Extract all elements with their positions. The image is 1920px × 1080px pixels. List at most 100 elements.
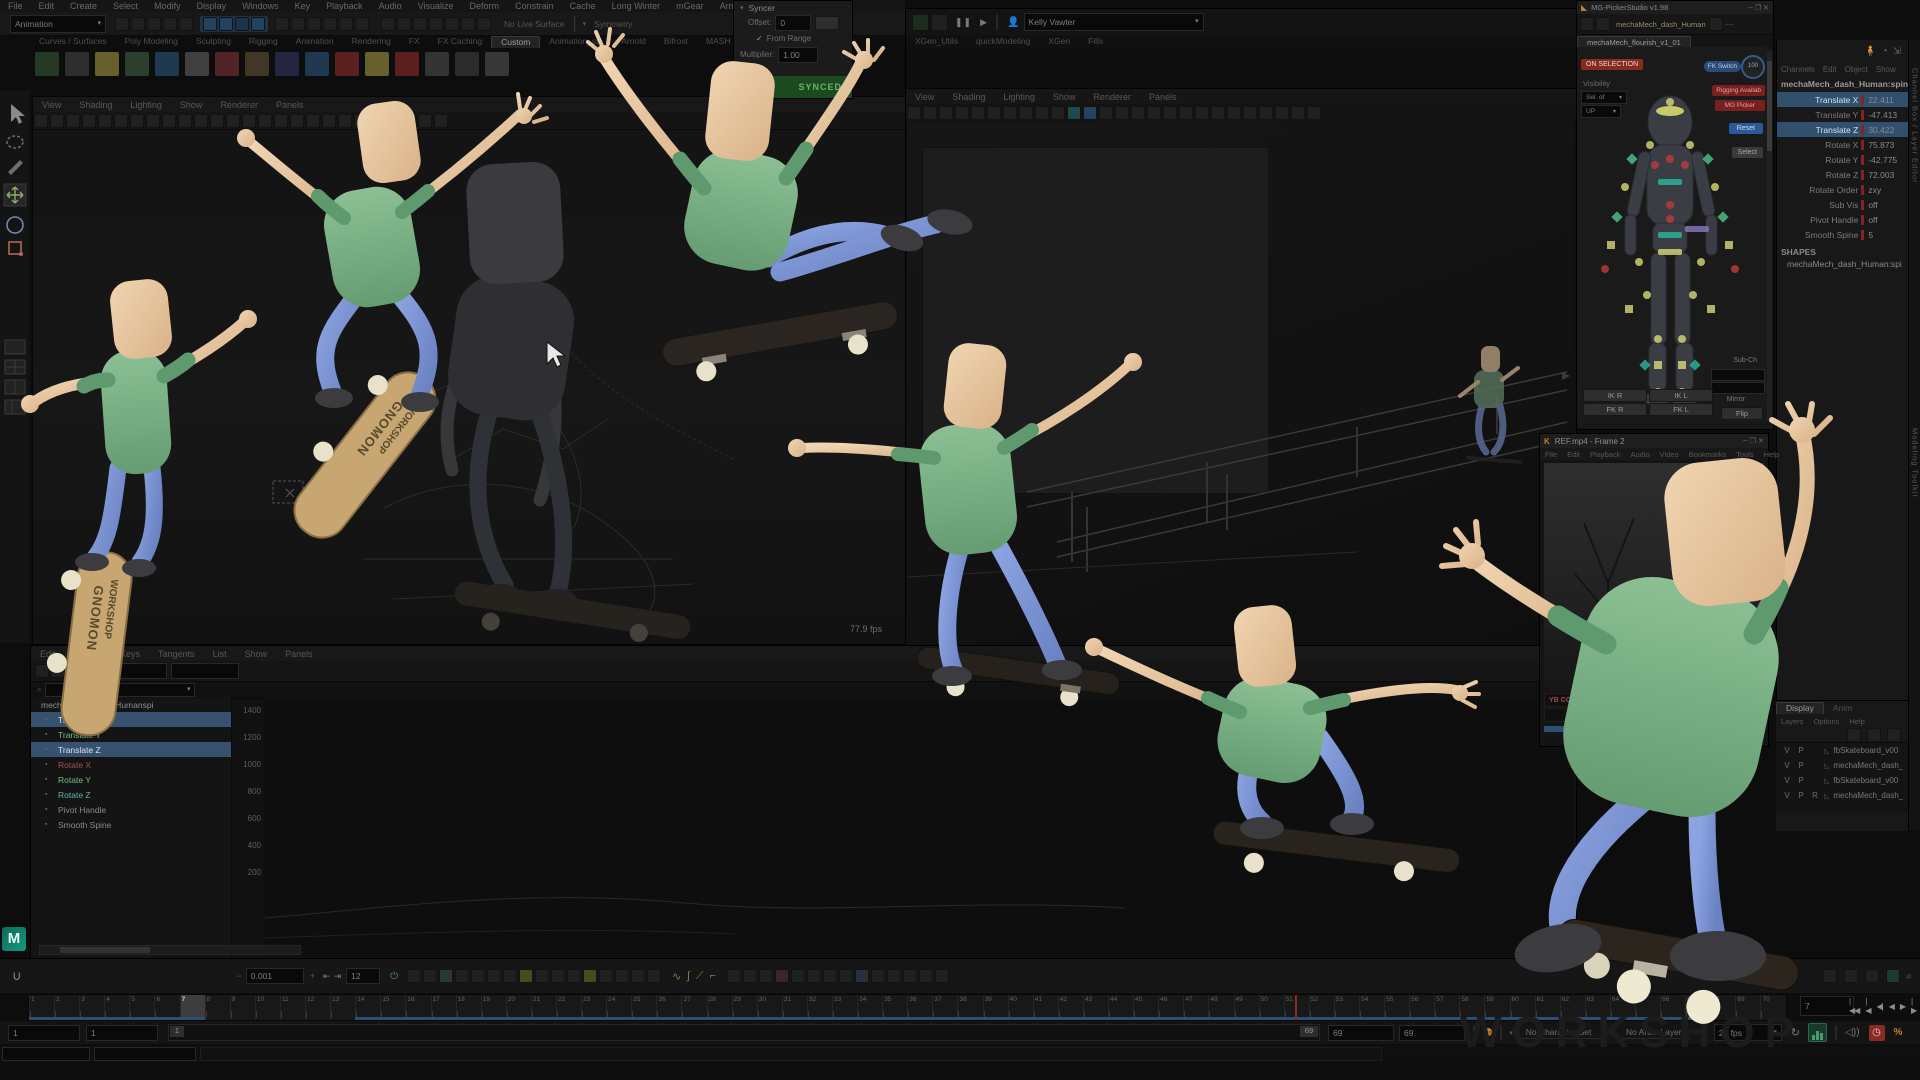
right-anim-icons[interactable]: ⌕ <box>1822 968 1912 984</box>
viewport-menu-show[interactable]: Show <box>1044 92 1085 102</box>
ghosting-icon[interactable] <box>567 969 581 983</box>
channel-box-menu-object[interactable]: Object <box>1841 65 1872 74</box>
video-window-controls[interactable]: ─ ❐ ✕ <box>1743 437 1764 445</box>
key-tool-icon[interactable] <box>871 969 885 983</box>
picker-selection-button[interactable] <box>1654 335 1662 343</box>
layers-tab-anim[interactable]: Anim <box>1824 703 1861 714</box>
no-live-surface-label[interactable]: No Live Surface <box>504 19 564 29</box>
magnifier-icon[interactable]: ⌕ <box>1906 971 1912 982</box>
layer-visibility-toggle[interactable]: V <box>1782 776 1792 785</box>
key-tool-icon[interactable] <box>743 969 757 983</box>
graph-editor-shortcut-icon[interactable] <box>1823 969 1837 983</box>
shelf-tab[interactable]: XGen_Utils <box>906 36 967 47</box>
viewport-toolbar-icon[interactable] <box>1275 106 1289 120</box>
channel-box-menu-show[interactable]: Show <box>1872 65 1900 74</box>
menubar-item-select[interactable]: Select <box>105 0 146 12</box>
picker-selection-button[interactable] <box>1685 226 1709 232</box>
viewport-toolbar-icon[interactable] <box>82 114 96 128</box>
picker-settings-icon[interactable] <box>1709 17 1723 31</box>
shape-node-name[interactable]: mechaMech_dash_Human:spi <box>1777 259 1909 269</box>
layer-visibility-toggle[interactable]: V <box>1782 791 1792 800</box>
layer-reference-toggle[interactable]: R <box>1810 791 1820 800</box>
attribute-value[interactable]: -42.775 <box>1861 155 1909 165</box>
anim-prefs-icon[interactable] <box>1886 969 1900 983</box>
step-field[interactable]: 12 <box>346 968 380 984</box>
dope-sheet-shortcut-icon[interactable] <box>1844 969 1858 983</box>
ghosting-icon[interactable] <box>487 969 501 983</box>
graph-filter-icon[interactable] <box>35 664 49 678</box>
tree-header[interactable]: mechaMech_dash_Humanspi <box>31 698 231 712</box>
attribute-value[interactable]: 30.422 <box>1861 125 1909 135</box>
window-controls[interactable]: ─ ❐ ✕ <box>1748 4 1769 12</box>
key-tool-icon[interactable] <box>807 969 821 983</box>
curve-type-icons[interactable]: ∿ʃ⟋⌐ <box>672 970 716 983</box>
channel-attribute-row[interactable]: Sub Visoff <box>1777 197 1909 212</box>
graph-channel-row[interactable]: ▪Pivot Handle <box>31 802 231 817</box>
range-handle-end[interactable]: 69 <box>1300 1026 1318 1037</box>
picker-selection-button[interactable] <box>1678 361 1686 369</box>
picker-selection-button[interactable] <box>1601 265 1609 273</box>
subchar-field-1[interactable] <box>1711 369 1765 381</box>
viewport-toolbar-icon[interactable] <box>955 106 969 120</box>
ik-left-button[interactable]: IK L <box>1649 389 1713 402</box>
viewport-toolbar-icon[interactable] <box>1035 106 1049 120</box>
stats-field-1[interactable] <box>99 663 167 679</box>
shelf-tab[interactable]: Rendering <box>343 36 400 47</box>
picker-selection-button[interactable] <box>1689 291 1697 299</box>
channel-box-menu-edit[interactable]: Edit <box>1819 65 1841 74</box>
symmetry-label[interactable]: Symmetry <box>594 19 632 29</box>
channel-attribute-row[interactable]: Pivot Handleoff <box>1777 212 1909 227</box>
shelf-icon[interactable] <box>154 51 180 77</box>
viewport-menu-view[interactable]: View <box>33 100 70 110</box>
ghosting-icon[interactable] <box>519 969 533 983</box>
shelf-tab[interactable]: FX <box>400 36 429 47</box>
viewport-toolbar-icon[interactable] <box>130 114 144 128</box>
viewport-toolbar-icon[interactable] <box>1291 106 1305 120</box>
attribute-value[interactable]: 75.873 <box>1861 140 1909 150</box>
graph-normalize-icon[interactable] <box>51 664 65 678</box>
sine-curve-icon[interactable]: ∿ <box>672 970 681 983</box>
ghosting-icon[interactable] <box>551 969 565 983</box>
spline-curve-icon[interactable]: ʃ <box>687 970 689 982</box>
viewport-toolbar-icon[interactable] <box>98 114 112 128</box>
picker-selection-button[interactable] <box>1626 153 1637 164</box>
layers-menu-options[interactable]: Options <box>1809 717 1845 726</box>
key-tools-strip[interactable] <box>726 968 950 984</box>
shelf-icon[interactable] <box>454 51 480 77</box>
horizontal-scrollbar[interactable] <box>39 945 301 955</box>
viewport-toolbar-icon[interactable] <box>258 114 272 128</box>
video-menu-tools[interactable]: Tools <box>1731 450 1759 459</box>
picker-selection-button[interactable] <box>1731 265 1739 273</box>
subchar-field-2[interactable] <box>1711 382 1765 394</box>
viewport-menu-show[interactable]: Show <box>171 100 212 110</box>
viewport-menu-shading[interactable]: Shading <box>70 100 121 110</box>
viewport-toolbar-icon[interactable] <box>907 106 921 120</box>
playback-button[interactable]: |◀ <box>1862 997 1873 1015</box>
viewport-toolbar-icon[interactable] <box>939 106 953 120</box>
file-icon[interactable] <box>131 17 145 31</box>
attribute-value[interactable]: 22.411 <box>1861 95 1909 105</box>
range-slider-track[interactable]: 1 69 <box>168 1024 1320 1041</box>
viewport-toolbar-icon[interactable] <box>210 114 224 128</box>
curve-snap-icon[interactable] <box>429 17 443 31</box>
ghosting-icon[interactable] <box>423 969 437 983</box>
curve-snap-icon[interactable] <box>477 17 491 31</box>
viewport-toolbar-icon[interactable] <box>402 114 416 128</box>
viewport-menu-panels[interactable]: Panels <box>267 100 313 110</box>
picker-selection-button[interactable] <box>1717 211 1728 222</box>
scale-tool-icon[interactable] <box>9 242 23 256</box>
graph-channel-row[interactable]: ▪Rotate X <box>31 757 231 772</box>
slider-mode-icon[interactable]: ⇲ <box>1893 46 1901 57</box>
shelf-tab[interactable]: Curves / Surfaces <box>30 36 116 47</box>
menubar-item-key[interactable]: Key <box>287 0 319 12</box>
viewport-toolbar-icon[interactable] <box>1259 106 1273 120</box>
curve-snap-icon[interactable] <box>397 17 411 31</box>
tolerance-field[interactable]: 0.001 <box>246 968 304 984</box>
shelf-tab[interactable]: XGen <box>1039 36 1079 47</box>
menubar-item-edit[interactable]: Edit <box>31 0 63 12</box>
graph-channel-row[interactable]: ▪Smooth Spine <box>31 817 231 832</box>
picker-selection-button[interactable] <box>1625 305 1633 313</box>
viewport-toolbar-icon[interactable] <box>354 114 368 128</box>
playback-button[interactable]: ◀ <box>1886 1002 1897 1011</box>
layer-playback-toggle[interactable]: P <box>1796 746 1806 755</box>
